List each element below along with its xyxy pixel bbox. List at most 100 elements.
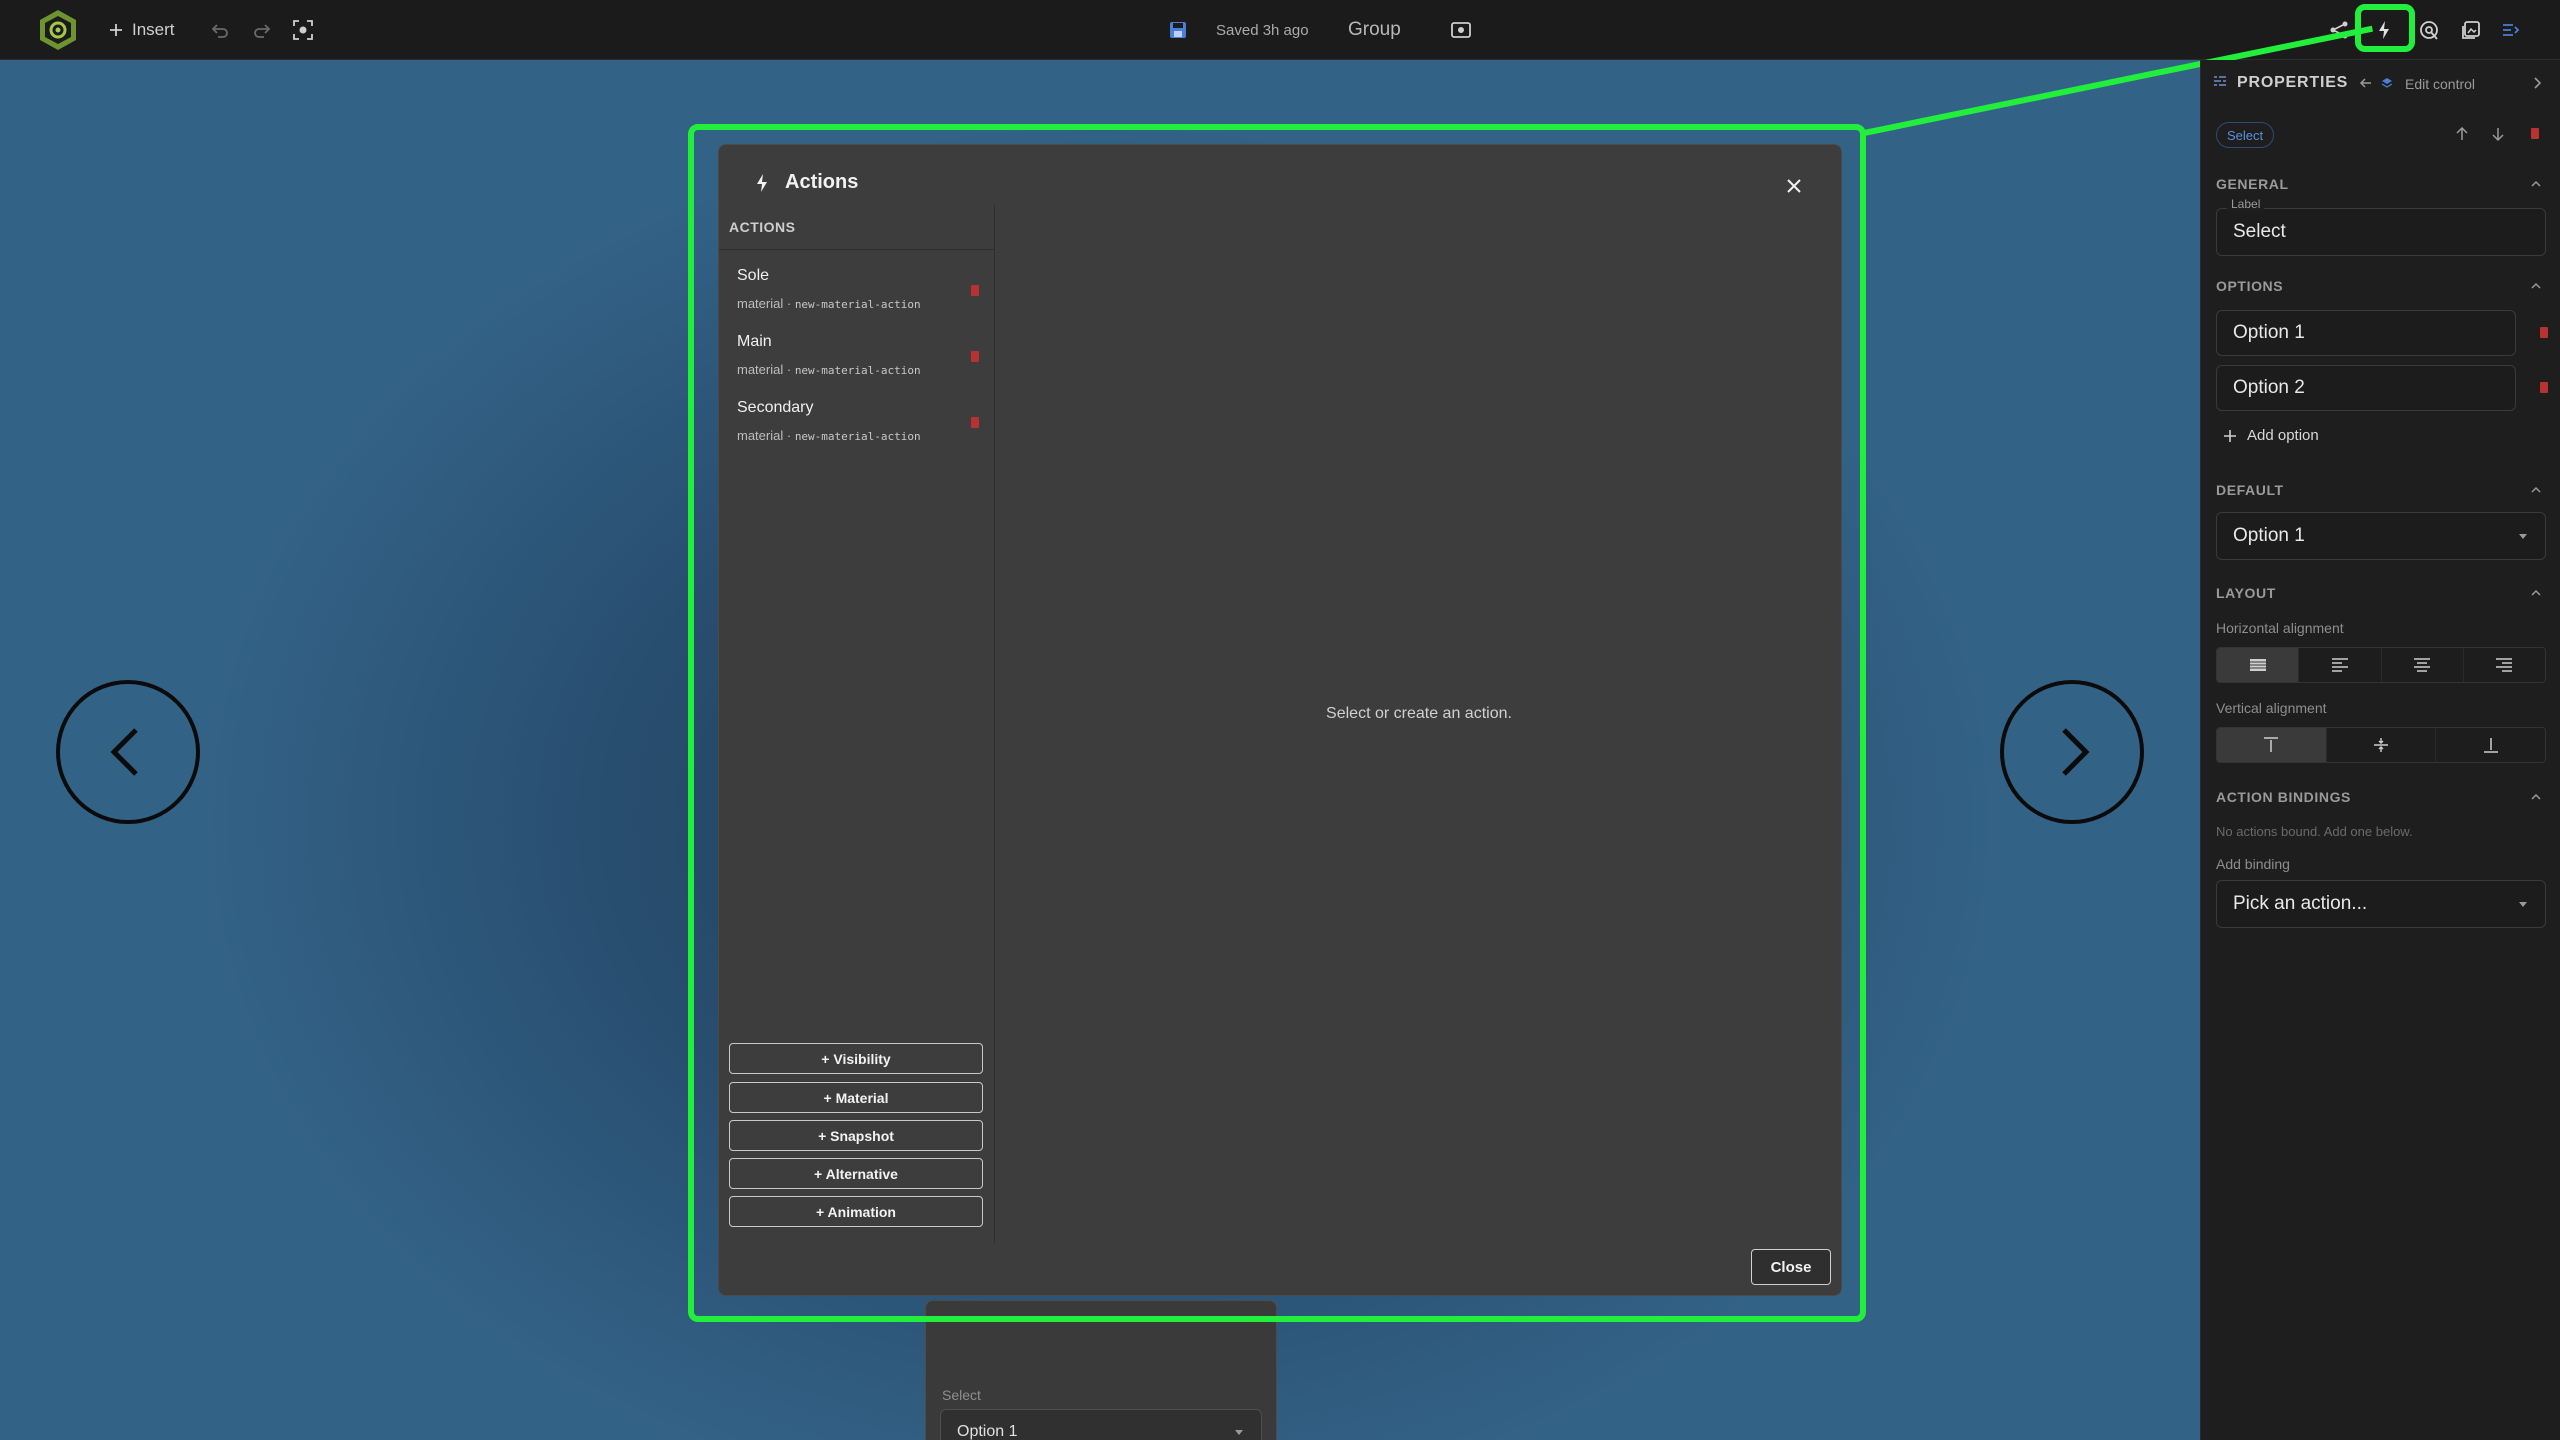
collapse-icon[interactable] bbox=[2530, 280, 2542, 292]
modal-title-text: Actions bbox=[785, 171, 859, 193]
empty-state-message: Select or create an action. bbox=[1326, 705, 1512, 722]
plus-icon bbox=[110, 24, 122, 36]
divider bbox=[719, 249, 995, 250]
trash-icon[interactable] bbox=[2540, 382, 2548, 393]
add-alternative-button[interactable]: + Alternative bbox=[729, 1158, 983, 1189]
close-button[interactable]: Close bbox=[1751, 1249, 1831, 1285]
action-bindings-section-title: ACTION BINDINGS bbox=[2216, 789, 2351, 805]
action-name: Main bbox=[737, 333, 772, 350]
undo-icon[interactable] bbox=[208, 18, 232, 42]
chevron-left-icon bbox=[110, 728, 138, 776]
align-bottom-icon[interactable] bbox=[2436, 728, 2545, 762]
plus-icon bbox=[2224, 429, 2236, 442]
group-selector[interactable]: Group bbox=[1348, 16, 1401, 44]
action-item[interactable]: Main material · new-material-action bbox=[729, 325, 983, 387]
properties-panel: PROPERTIES Edit control Select GENERAL S… bbox=[2200, 60, 2560, 1440]
back-arrow-icon[interactable] bbox=[2359, 76, 2373, 95]
default-section-title: DEFAULT bbox=[2216, 482, 2284, 498]
next-arrow-button[interactable] bbox=[2000, 680, 2144, 824]
modal-title: Actions bbox=[753, 171, 858, 194]
chevron-right-icon[interactable] bbox=[2531, 76, 2543, 95]
caret-down-icon bbox=[2519, 902, 2527, 907]
collapse-icon[interactable] bbox=[2530, 178, 2542, 190]
add-option-button[interactable]: Add option bbox=[2223, 427, 2319, 444]
move-down-icon[interactable] bbox=[2491, 126, 2505, 147]
label-field-value: Select bbox=[2233, 221, 2286, 242]
action-name: Secondary bbox=[737, 399, 814, 416]
insert-button[interactable]: Insert bbox=[108, 16, 175, 44]
default-select[interactable]: Option 1 bbox=[2216, 512, 2546, 560]
align-stretch-icon[interactable] bbox=[2217, 648, 2300, 682]
default-select-value: Option 1 bbox=[2233, 525, 2305, 546]
action-item[interactable]: Sole material · new-material-action bbox=[729, 259, 983, 321]
label-field[interactable]: Select bbox=[2216, 208, 2546, 256]
align-right-icon[interactable] bbox=[2463, 648, 2545, 682]
top-toolbar: Insert Saved 3h ago Group bbox=[0, 0, 2560, 60]
caret-down-icon bbox=[2519, 534, 2527, 539]
properties-icon bbox=[2213, 74, 2227, 93]
move-up-icon[interactable] bbox=[2455, 126, 2469, 147]
options-section-title: OPTIONS bbox=[2216, 278, 2284, 294]
delete-control-icon[interactable] bbox=[2531, 128, 2539, 139]
preview-icon[interactable] bbox=[1448, 17, 1474, 43]
align-left-icon[interactable] bbox=[2299, 648, 2382, 682]
add-visibility-button[interactable]: + Visibility bbox=[729, 1043, 983, 1074]
screenshot-icon[interactable] bbox=[290, 17, 316, 43]
option-field[interactable]: Option 2 bbox=[2216, 365, 2516, 411]
preview-select-value: Option 1 bbox=[957, 1423, 1018, 1440]
app-logo-icon[interactable] bbox=[34, 6, 82, 54]
previous-arrow-button[interactable] bbox=[56, 680, 200, 824]
control-type-chip[interactable]: Select bbox=[2216, 122, 2275, 148]
add-option-label: Add option bbox=[2247, 427, 2319, 444]
trash-icon[interactable] bbox=[2540, 327, 2548, 338]
layers-icon bbox=[2381, 76, 2393, 94]
chevron-right-icon bbox=[2062, 728, 2090, 776]
collapse-icon[interactable] bbox=[2530, 484, 2542, 496]
pick-action-placeholder: Pick an action... bbox=[2233, 893, 2368, 914]
no-bindings-message: No actions bound. Add one below. bbox=[2216, 824, 2413, 839]
lightning-icon bbox=[757, 173, 767, 192]
trash-icon[interactable] bbox=[971, 285, 979, 296]
option-value: Option 2 bbox=[2233, 377, 2305, 398]
redo-icon[interactable] bbox=[250, 18, 274, 42]
action-name: Sole bbox=[737, 267, 770, 284]
action-meta: material · new-material-action bbox=[737, 428, 921, 443]
add-snapshot-button[interactable]: + Snapshot bbox=[729, 1120, 983, 1151]
panel-toggle-icon[interactable] bbox=[2490, 9, 2532, 51]
add-binding-label: Add binding bbox=[2216, 856, 2290, 872]
align-middle-icon[interactable] bbox=[2326, 728, 2437, 762]
modal-close-icon[interactable] bbox=[1777, 169, 1811, 203]
align-top-icon[interactable] bbox=[2217, 728, 2327, 762]
panel-title: PROPERTIES bbox=[2237, 74, 2349, 91]
align-center-icon[interactable] bbox=[2381, 648, 2464, 682]
general-section-title: GENERAL bbox=[2216, 176, 2289, 192]
save-icon[interactable] bbox=[1166, 18, 1190, 42]
add-material-button[interactable]: + Material bbox=[729, 1082, 983, 1113]
trash-icon[interactable] bbox=[971, 417, 979, 428]
label-caption: Label bbox=[2227, 197, 2265, 211]
action-meta: material · new-material-action bbox=[737, 296, 921, 311]
caret-down-icon bbox=[1235, 1430, 1243, 1435]
edit-control-link[interactable]: Edit control bbox=[2405, 76, 2475, 92]
lightning-highlight bbox=[2355, 4, 2415, 52]
horizontal-alignment-label: Horizontal alignment bbox=[2216, 620, 2344, 636]
action-item[interactable]: Secondary material · new-material-action bbox=[729, 391, 983, 453]
option-value: Option 1 bbox=[2233, 322, 2305, 343]
insert-label: Insert bbox=[132, 20, 175, 39]
preview-select[interactable]: Option 1 bbox=[940, 1409, 1262, 1440]
actions-modal: Actions ACTIONS Sole material · new-mate… bbox=[718, 144, 1842, 1296]
layout-section-title: LAYOUT bbox=[2216, 585, 2276, 601]
pick-action-select[interactable]: Pick an action... bbox=[2216, 880, 2546, 928]
add-animation-button[interactable]: + Animation bbox=[729, 1196, 983, 1227]
horizontal-alignment-group bbox=[2216, 647, 2546, 683]
trash-icon[interactable] bbox=[971, 351, 979, 362]
collapse-icon[interactable] bbox=[2530, 791, 2542, 803]
option-field[interactable]: Option 1 bbox=[2216, 310, 2516, 356]
actions-list-panel: ACTIONS Sole material · new-material-act… bbox=[719, 205, 995, 1243]
collapse-icon[interactable] bbox=[2530, 587, 2542, 599]
gallery-icon[interactable] bbox=[2450, 9, 2492, 51]
actions-heading: ACTIONS bbox=[729, 219, 796, 235]
saved-status: Saved 3h ago bbox=[1216, 21, 1309, 39]
vertical-alignment-label: Vertical alignment bbox=[2216, 700, 2327, 716]
action-meta: material · new-material-action bbox=[737, 362, 921, 377]
